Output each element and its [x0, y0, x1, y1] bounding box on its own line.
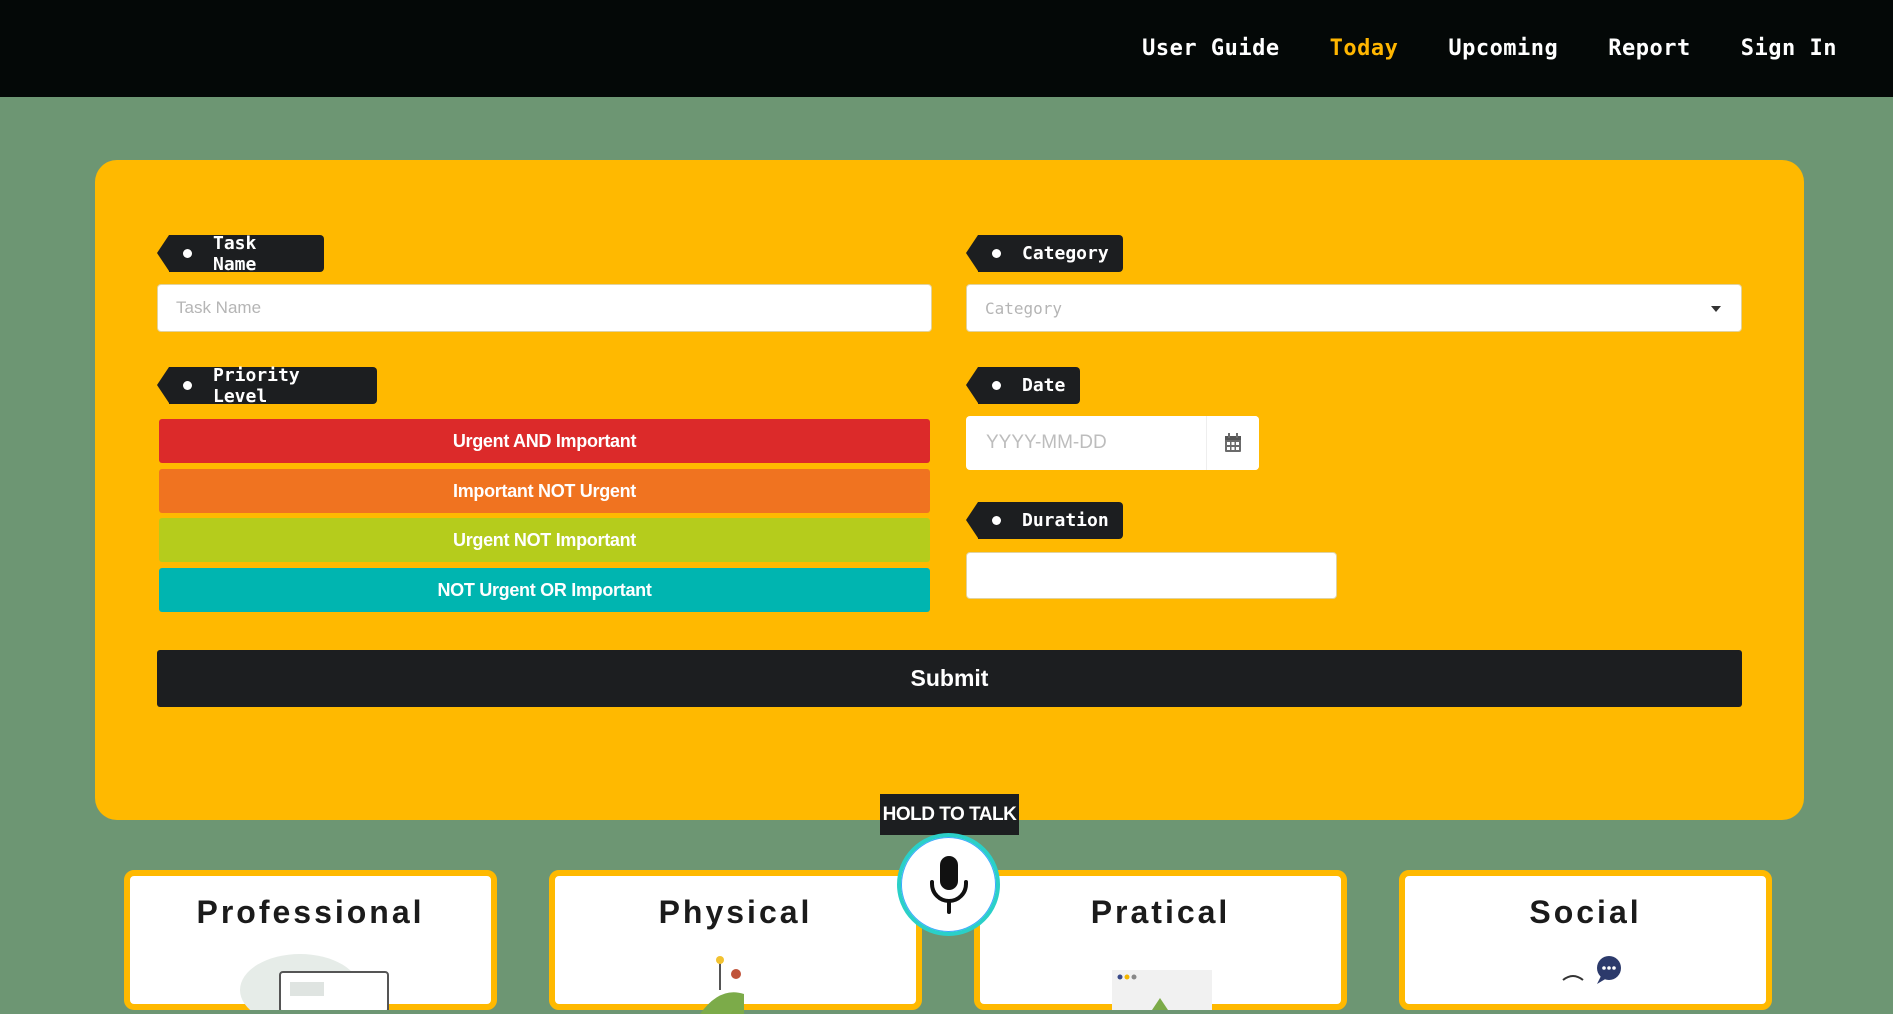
nav-sign-in[interactable]: Sign In	[1741, 36, 1837, 61]
category-card-title: Social	[1529, 894, 1642, 930]
task-name-label-text: Task Name	[213, 232, 257, 275]
professional-illustration	[240, 954, 389, 1010]
calendar-icon[interactable]	[1206, 416, 1259, 470]
chevron-down-icon	[1711, 306, 1721, 312]
duration-label-text: Duration	[1022, 510, 1109, 531]
nav-today[interactable]: Today	[1330, 36, 1399, 61]
category-card-physical[interactable]: Physical	[549, 870, 922, 1014]
practical-illustration	[1112, 970, 1212, 1010]
task-name-label: Task Name	[157, 232, 324, 275]
bullet-icon	[992, 249, 1001, 258]
hold-to-talk-tooltip: HOLD TO TALK	[880, 794, 1019, 844]
category-card-title: Physical	[658, 894, 813, 930]
social-illustration	[1562, 956, 1621, 984]
category-card-title: Professional	[196, 894, 425, 930]
category-card-professional[interactable]: Professional	[124, 870, 497, 1010]
physical-illustration	[700, 956, 744, 1014]
bullet-icon	[992, 381, 1001, 390]
duration-input[interactable]	[966, 552, 1337, 599]
date-picker[interactable]: YYYY-MM-DD	[966, 416, 1259, 470]
priority-urgent-not-important-button[interactable]: Urgent NOT Important	[159, 518, 930, 562]
priority-not-urgent-or-important-button[interactable]: NOT Urgent OR Important	[159, 568, 930, 612]
priority-important-not-urgent-button[interactable]: Important NOT Urgent	[159, 469, 930, 513]
submit-button[interactable]: Submit	[157, 650, 1742, 707]
bullet-icon	[992, 516, 1001, 525]
category-label-text: Category	[1022, 243, 1109, 264]
category-card-pratical[interactable]: Pratical	[974, 870, 1347, 1010]
duration-label: Duration	[966, 502, 1123, 539]
priority-urgent-important-button[interactable]: Urgent AND Important	[159, 419, 930, 463]
microphone-icon	[929, 855, 968, 914]
category-card-social[interactable]: Social	[1399, 870, 1772, 1010]
nav-report[interactable]: Report	[1608, 36, 1690, 61]
date-label-text: Date	[1022, 375, 1066, 396]
nav-links: User Guide Today Upcoming Report Sign In	[1092, 0, 1837, 97]
nav-upcoming[interactable]: Upcoming	[1448, 36, 1558, 61]
priority-level-label-text: Priority Level	[213, 364, 300, 407]
date-label: Date	[966, 367, 1080, 404]
date-input[interactable]: YYYY-MM-DD	[986, 416, 1107, 470]
top-navbar: User Guide Today Upcoming Report Sign In	[0, 0, 1893, 97]
bullet-icon	[183, 381, 192, 390]
category-card-title: Pratical	[1090, 894, 1231, 930]
microphone-button[interactable]	[897, 833, 1000, 936]
category-select-value: Category	[985, 298, 1063, 318]
category-label: Category	[966, 235, 1123, 272]
task-name-input[interactable]: Task Name	[157, 284, 932, 332]
category-select[interactable]: Category	[966, 284, 1742, 332]
priority-level-label: Priority Level	[157, 364, 377, 407]
bullet-icon	[183, 249, 192, 258]
nav-user-guide[interactable]: User Guide	[1142, 36, 1279, 61]
